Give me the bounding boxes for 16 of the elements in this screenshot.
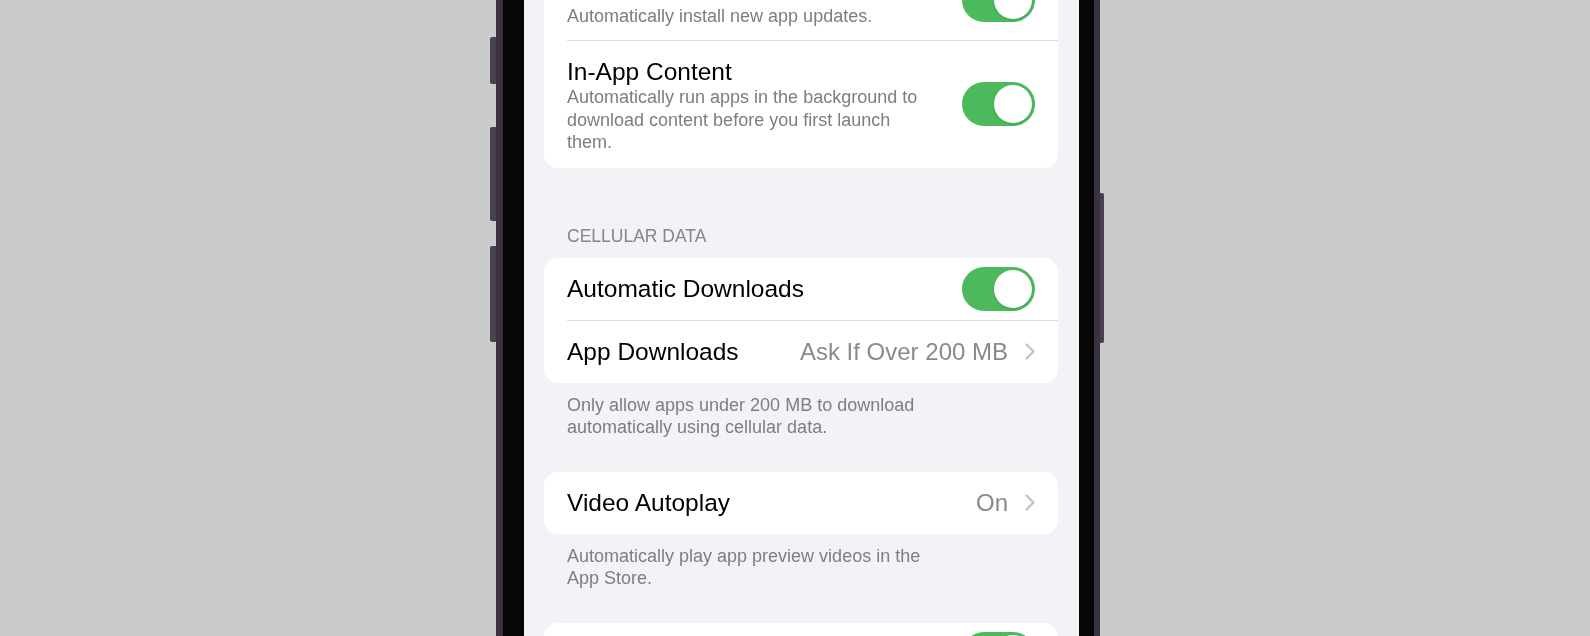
setting-label: Video Autoplay (567, 488, 732, 517)
toggle-switch[interactable] (962, 82, 1035, 127)
section-header: CELLULAR DATA (567, 224, 708, 247)
section-footer: Only allow apps under 200 MB to download automatically using cellular data. (567, 393, 937, 439)
setting-value: Ask If Over 200 MB (799, 337, 1008, 366)
section-footer: Automatically play app preview videos in the App Store. (567, 544, 937, 590)
setting-value: On (976, 488, 1008, 517)
chevron-right-icon (1025, 343, 1035, 360)
setting-label: Automatic Downloads (567, 274, 805, 303)
setting-description: Automatically install new app updates. (567, 4, 874, 27)
setting-label: App Downloads (567, 337, 740, 366)
setting-label: In-App Content (567, 57, 733, 86)
phone-side-key (490, 37, 496, 84)
chevron-right-icon (1025, 494, 1035, 511)
toggle-switch[interactable] (962, 266, 1035, 311)
setting-description: Automatically run apps in the background to download content before you first launch them. (567, 86, 919, 154)
